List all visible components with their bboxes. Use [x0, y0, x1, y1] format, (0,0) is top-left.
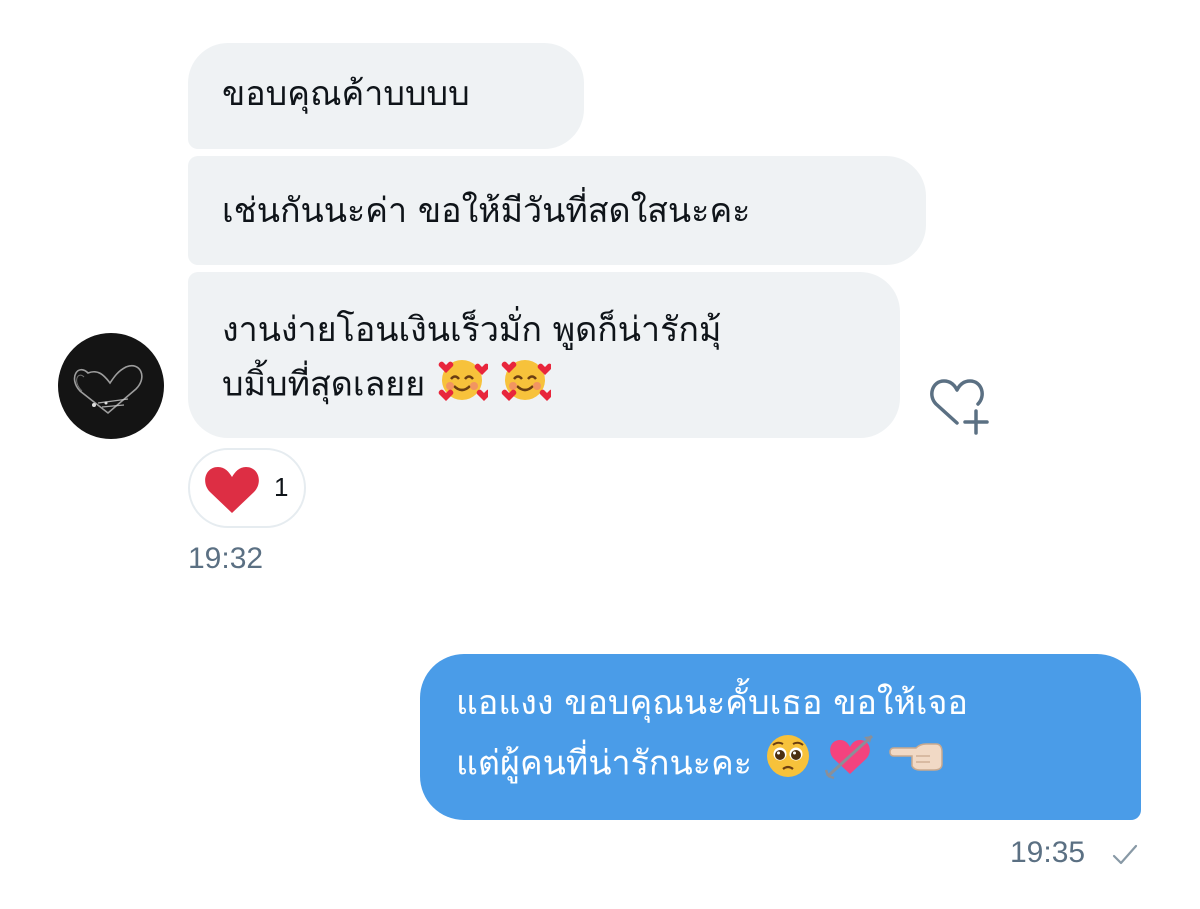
smiling-face-with-hearts-icon — [436, 355, 492, 417]
add-reaction-button[interactable] — [924, 375, 994, 437]
smiling-face-with-hearts-icon — [499, 355, 555, 417]
message-text: เช่นกันนะค่า ขอให้มีวันที่สดใสนะคะ — [222, 191, 751, 231]
outgoing-timestamp: 19:35 — [1010, 836, 1086, 869]
message-text: แอแงง ขอบคุณนะคั้บเธอ ขอให้เจอ — [456, 683, 968, 723]
backhand-index-pointing-left-icon — [886, 734, 946, 796]
message-text: ขอบคุณค้าบบบบ — [222, 74, 470, 114]
reaction-pill[interactable]: 1 — [188, 448, 306, 528]
heart-plus-icon — [930, 379, 989, 435]
pleading-face-icon — [763, 732, 813, 798]
message-text-line-2: บมิ้บที่สุดเลยย — [222, 355, 866, 417]
incoming-message-bubble[interactable]: เช่นกันนะค่า ขอให้มีวันที่สดใสนะคะ — [188, 156, 926, 265]
message-text: งานง่ายโอนเงินเร็วมั่ก พูดก็น่ารักมุ้ — [222, 310, 722, 350]
message-text-line-2: แต่ผู้คนที่น่ารักนะคะ — [456, 732, 1105, 798]
heart-with-arrow-icon — [824, 732, 876, 798]
red-heart-icon — [205, 467, 259, 513]
outgoing-message-bubble[interactable]: แอแงง ขอบคุณนะคั้บเธอ ขอให้เจอ แต่ผู้คนท… — [420, 654, 1141, 820]
incoming-message-bubble[interactable]: ขอบคุณค้าบบบบ — [188, 43, 584, 149]
message-text: แต่ผู้คนที่น่ารักนะคะ — [456, 743, 753, 784]
message-text: บมิ้บที่สุดเลยย — [222, 364, 426, 405]
heart-sketch-icon — [73, 364, 143, 415]
reaction-count: 1 — [274, 472, 289, 502]
incoming-timestamp: 19:32 — [188, 542, 264, 575]
sent-check-icon — [1110, 842, 1140, 868]
avatar[interactable] — [58, 333, 164, 439]
incoming-message-bubble[interactable]: งานง่ายโอนเงินเร็วมั่ก พูดก็น่ารักมุ้ บม… — [188, 272, 900, 438]
